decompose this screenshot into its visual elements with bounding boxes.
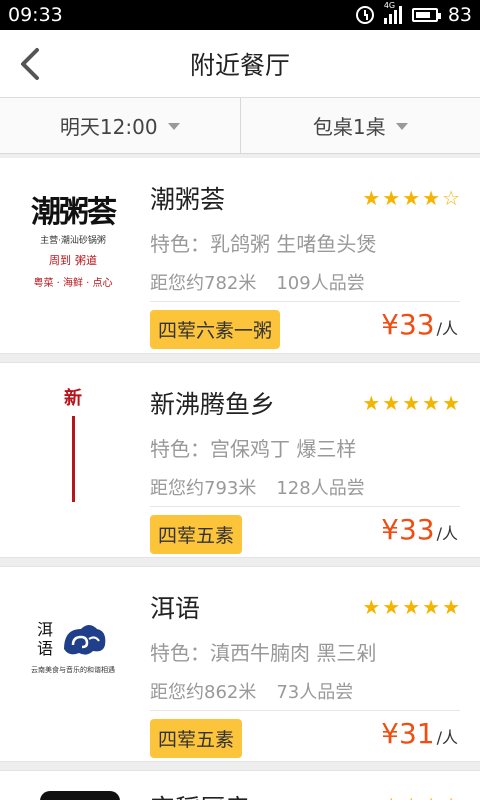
restaurant-logo: 新 bbox=[18, 383, 128, 503]
restaurant-card-partial[interactable]: 宫稻厨房 ★ ★ ★ ★ bbox=[0, 770, 480, 800]
network-type-label: 4G bbox=[383, 1, 396, 10]
restaurant-reviews: 128人品尝 bbox=[276, 478, 365, 499]
table-filter-label: 包桌1桌 bbox=[312, 115, 386, 139]
star-filled-icon: ★ bbox=[362, 595, 381, 619]
signal-icon: 4G bbox=[383, 1, 402, 24]
restaurant-distance: 距您约862米 bbox=[150, 682, 257, 703]
restaurant-list: 潮粥荟 主营·潮汕砂锅粥 周到 粥道 粤菜 · 海鲜 · 点心 潮粥荟 ★ ★ … bbox=[0, 158, 480, 800]
restaurant-distance: 距您约782米 bbox=[150, 273, 257, 294]
battery-icon bbox=[411, 8, 441, 22]
filter-bar: 明天12:00 包桌1桌 bbox=[0, 98, 480, 154]
star-filled-icon: ★ bbox=[422, 391, 441, 415]
chevron-left-icon bbox=[21, 48, 39, 80]
table-filter-dropdown[interactable]: 包桌1桌 bbox=[239, 98, 480, 153]
price-unit: /人 bbox=[436, 728, 458, 747]
restaurant-name: 洱语 bbox=[150, 594, 201, 623]
price-value: ¥31 bbox=[381, 717, 435, 750]
logo-sub-text: 主营·潮汕砂锅粥 bbox=[40, 236, 106, 246]
logo-char-1: 洱 bbox=[36, 619, 53, 639]
restaurant-distance: 距您约793米 bbox=[150, 478, 257, 499]
restaurant-meta: 距您约782米 109人品尝 bbox=[150, 269, 460, 295]
star-filled-icon: ★ bbox=[362, 391, 381, 415]
logo-bar bbox=[71, 416, 75, 502]
rating-stars: ★ ★ ★ ★ ★ bbox=[362, 597, 460, 617]
price: ¥33 /人 bbox=[381, 513, 458, 546]
caret-down-icon bbox=[395, 123, 408, 130]
rating-stars: ★ ★ ★ ★ ☆ bbox=[362, 188, 460, 208]
restaurant-logo: 潮粥荟 主营·潮汕砂锅粥 周到 粥道 粤菜 · 海鲜 · 点心 bbox=[18, 178, 128, 298]
star-filled-icon: ★ bbox=[422, 186, 441, 210]
time-filter-label: 明天12:00 bbox=[59, 115, 158, 139]
divider bbox=[150, 710, 460, 711]
star-empty-icon: ☆ bbox=[442, 186, 460, 210]
logo-foot-text: 粤菜 · 海鲜 · 点心 bbox=[33, 278, 113, 289]
restaurant-reviews: 73人品尝 bbox=[276, 682, 354, 703]
star-filled-icon: ★ bbox=[362, 186, 381, 210]
price-unit: /人 bbox=[436, 524, 458, 543]
logo-red-text: 周到 粥道 bbox=[49, 252, 97, 268]
restaurant-name: 潮粥荟 bbox=[150, 185, 226, 214]
star-filled-icon: ★ bbox=[442, 795, 460, 800]
restaurant-name: 宫稻厨房 bbox=[150, 789, 250, 800]
price-unit: /人 bbox=[436, 319, 458, 338]
logo-main-text: 潮粥荟 bbox=[31, 195, 117, 230]
star-filled-icon: ★ bbox=[442, 391, 460, 415]
restaurant-meta: 距您约793米 128人品尝 bbox=[150, 474, 460, 500]
logo-chars: 洱 语 bbox=[37, 620, 53, 658]
restaurant-info: 新沸腾鱼乡 ★ ★ ★ ★ ★ 特色：宫保鸡丁 爆三样 距您约793米 128人品… bbox=[150, 383, 460, 500]
star-filled-icon: ★ bbox=[422, 595, 441, 619]
logo-red-text-1: 周到 bbox=[49, 254, 71, 267]
rating-stars: ★ ★ ★ ★ bbox=[382, 795, 460, 800]
restaurant-specialty: 特色：乳鸽粥 生啫鱼头煲 bbox=[150, 232, 377, 256]
battery-level: 83 bbox=[447, 4, 472, 26]
cloud-wave-icon bbox=[64, 625, 106, 655]
price-value: ¥33 bbox=[381, 308, 435, 341]
divider bbox=[150, 506, 460, 507]
star-filled-icon: ★ bbox=[402, 795, 420, 800]
back-button[interactable] bbox=[10, 44, 50, 84]
star-filled-icon: ★ bbox=[382, 595, 401, 619]
star-filled-icon: ★ bbox=[442, 595, 460, 619]
alarm-icon bbox=[355, 6, 374, 24]
package-badge: 四荤六素一粥 bbox=[150, 310, 281, 349]
star-filled-icon: ★ bbox=[382, 391, 401, 415]
logo-char: 新 bbox=[64, 388, 82, 409]
divider bbox=[150, 301, 460, 302]
restaurant-card[interactable]: 新 新沸腾鱼乡 ★ ★ ★ ★ ★ 特色：宫保鸡丁 爆三样 距您约793米 128… bbox=[0, 362, 480, 558]
rating-stars: ★ ★ ★ ★ ★ bbox=[362, 393, 460, 413]
restaurant-logo: 洱 语 云南美食与音乐的和谐相遇 bbox=[18, 587, 128, 707]
status-time: 09:33 bbox=[8, 4, 63, 26]
page-title: 附近餐厅 bbox=[189, 50, 290, 80]
star-filled-icon: ★ bbox=[402, 391, 421, 415]
package-badge: 四荤五素 bbox=[150, 719, 243, 758]
restaurant-logo bbox=[40, 791, 120, 800]
price: ¥33 /人 bbox=[381, 308, 458, 341]
star-filled-icon: ★ bbox=[422, 795, 440, 800]
status-icons: 4G 83 bbox=[355, 1, 472, 26]
restaurant-info: 洱语 ★ ★ ★ ★ ★ 特色：滇西牛腩肉 黑三剁 距您约862米 73人品尝 bbox=[150, 587, 460, 704]
app-header: 附近餐厅 bbox=[0, 30, 480, 98]
status-bar: 09:33 4G 83 bbox=[0, 0, 480, 30]
restaurant-info: 潮粥荟 ★ ★ ★ ★ ☆ 特色：乳鸽粥 生啫鱼头煲 距您约782米 109人品尝 bbox=[150, 178, 460, 295]
star-filled-icon: ★ bbox=[382, 795, 400, 800]
logo-red-text-2: 粥道 bbox=[75, 254, 97, 267]
restaurant-card[interactable]: 潮粥荟 主营·潮汕砂锅粥 周到 粥道 粤菜 · 海鲜 · 点心 潮粥荟 ★ ★ … bbox=[0, 158, 480, 354]
time-filter-dropdown[interactable]: 明天12:00 bbox=[0, 98, 240, 153]
star-filled-icon: ★ bbox=[402, 595, 421, 619]
restaurant-name: 新沸腾鱼乡 bbox=[150, 390, 276, 419]
restaurant-card[interactable]: 洱 语 云南美食与音乐的和谐相遇 洱语 ★ ★ ★ ★ ★ 特色：滇西牛腩肉 黑… bbox=[0, 566, 480, 762]
star-filled-icon: ★ bbox=[402, 186, 421, 210]
logo-char-2: 语 bbox=[36, 639, 53, 658]
restaurant-meta: 距您约862米 73人品尝 bbox=[150, 678, 460, 704]
package-badge: 四荤五素 bbox=[150, 515, 243, 554]
logo-mark: 洱 语 bbox=[37, 619, 109, 659]
price: ¥31 /人 bbox=[381, 717, 458, 750]
restaurant-reviews: 109人品尝 bbox=[276, 273, 365, 294]
logo-foot-text: 云南美食与音乐的和谐相遇 bbox=[31, 666, 115, 674]
restaurant-specialty: 特色：滇西牛腩肉 黑三剁 bbox=[150, 641, 377, 665]
caret-down-icon bbox=[167, 123, 180, 130]
restaurant-specialty: 特色：宫保鸡丁 爆三样 bbox=[150, 437, 357, 461]
star-filled-icon: ★ bbox=[382, 186, 401, 210]
price-value: ¥33 bbox=[381, 513, 435, 546]
